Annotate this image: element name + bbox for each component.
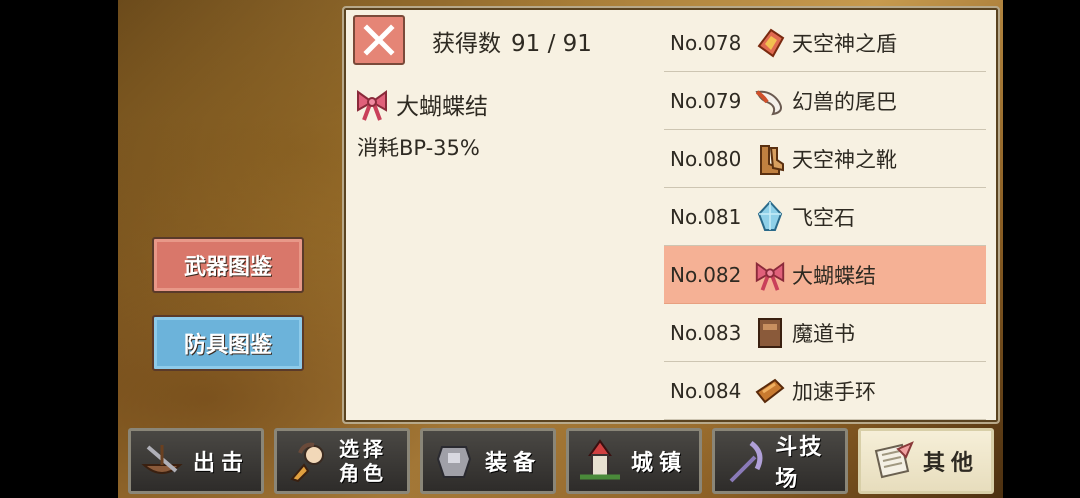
obtained-value: 91 / 91 xyxy=(511,31,592,57)
item-row-081[interactable]: No.081 飞空石 xyxy=(664,188,986,246)
armor-encyclopedia-button[interactable]: 防具图鉴 xyxy=(152,315,304,371)
nav-town-button[interactable]: 城镇 xyxy=(566,428,702,494)
nav-arena-label: 斗技场 xyxy=(775,435,824,492)
boots-icon xyxy=(752,141,788,177)
detail-item-name: 大蝴蝶结 xyxy=(354,86,488,122)
item-row-083[interactable]: No.083 魔道书 xyxy=(664,304,986,362)
item-name: 魔道书 xyxy=(792,321,855,346)
town-icon xyxy=(573,434,627,488)
ribbon-icon xyxy=(752,257,788,293)
nav-sortie-button[interactable]: 出击 xyxy=(128,428,264,494)
ribbon-icon xyxy=(357,90,387,121)
nav-select-line1: 选择 xyxy=(339,437,387,461)
arena-scythe-icon xyxy=(719,434,771,488)
item-name: 天空神之靴 xyxy=(792,147,897,172)
shield-icon xyxy=(752,25,788,61)
item-number: No.078 xyxy=(670,30,742,55)
tail-icon xyxy=(752,83,788,119)
item-number: No.081 xyxy=(670,204,742,229)
item-number: No.079 xyxy=(670,88,742,113)
crystal-icon xyxy=(752,199,788,235)
book-icon xyxy=(752,315,788,351)
scroll-icon xyxy=(865,434,919,488)
armor-icon xyxy=(427,434,481,488)
nav-select-line2: 角色 xyxy=(339,461,387,485)
bracelet-icon xyxy=(752,373,788,409)
right-black-strip xyxy=(1003,0,1080,498)
obtained-count: 获得数 91 / 91 xyxy=(432,24,602,58)
item-row-080[interactable]: No.080 天空神之靴 xyxy=(664,130,986,188)
nav-equip-label: 装备 xyxy=(485,451,542,476)
item-row-079[interactable]: No.079 幻兽的尾巴 xyxy=(664,72,986,130)
nav-select-character-label: 选择 角色 xyxy=(339,437,387,485)
nav-equip-button[interactable]: 装备 xyxy=(420,428,556,494)
item-number: No.083 xyxy=(670,320,742,345)
item-number: No.084 xyxy=(670,378,742,403)
item-name: 加速手环 xyxy=(792,379,876,404)
nav-other-button[interactable]: 其他 xyxy=(858,428,994,494)
item-number: No.082 xyxy=(670,262,742,287)
item-name: 飞空石 xyxy=(792,205,855,230)
item-name: 天空神之盾 xyxy=(792,31,897,56)
nav-town-label: 城镇 xyxy=(631,451,688,476)
weapon-encyclopedia-button[interactable]: 武器图鉴 xyxy=(152,237,304,293)
item-number: No.080 xyxy=(670,146,742,171)
character-icon xyxy=(281,434,335,488)
close-icon xyxy=(363,24,395,56)
nav-select-character-button[interactable]: 选择 角色 xyxy=(274,428,410,494)
bottom-nav-bar: 出击 选择 角色 装备 城镇 斗技场 其他 xyxy=(128,428,998,494)
detail-item-effect: 消耗BP-35% xyxy=(357,136,480,160)
item-name: 幻兽的尾巴 xyxy=(792,89,897,114)
nav-arena-button[interactable]: 斗技场 xyxy=(712,428,848,494)
nav-other-label: 其他 xyxy=(923,451,980,476)
item-list: No.078 天空神之盾 No.079 幻兽的尾巴 No.080 天空神之靴 N… xyxy=(664,14,986,420)
left-black-strip xyxy=(0,0,118,498)
close-button[interactable] xyxy=(353,15,405,65)
sortie-ship-icon xyxy=(135,434,189,488)
obtained-label: 获得数 xyxy=(432,31,501,57)
item-row-084[interactable]: No.084 加速手环 xyxy=(664,362,986,420)
item-row-078[interactable]: No.078 天空神之盾 xyxy=(664,14,986,72)
item-name: 大蝴蝶结 xyxy=(792,263,876,288)
nav-sortie-label: 出击 xyxy=(193,451,250,476)
detail-name-text: 大蝴蝶结 xyxy=(396,94,488,120)
item-row-082-selected[interactable]: No.082 大蝴蝶结 xyxy=(664,246,986,304)
